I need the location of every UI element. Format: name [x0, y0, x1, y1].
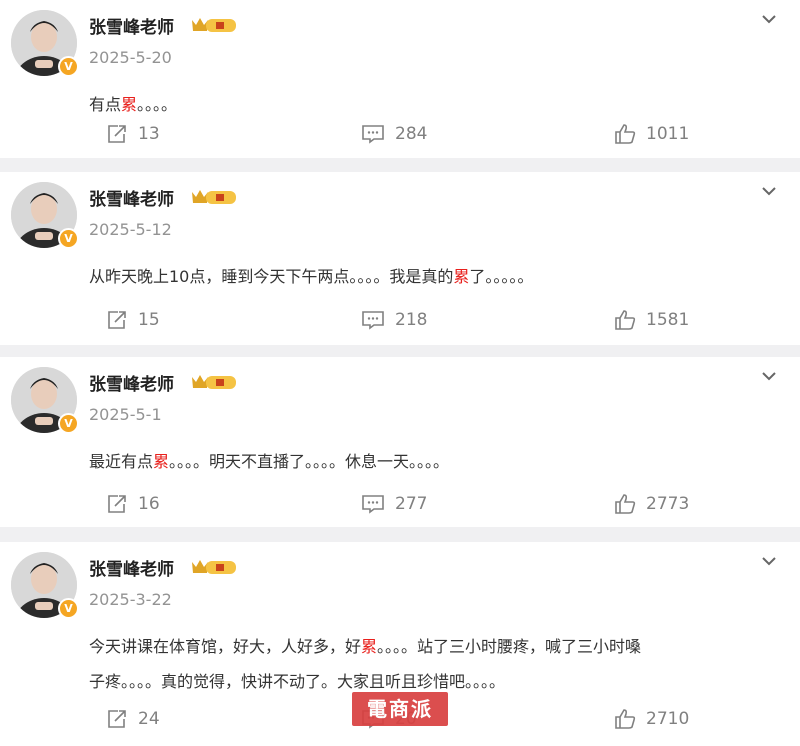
weibo-feed: V 张雪峰老师 2025-5-20 有点累。。。。 13 284 1011 V …: [0, 0, 800, 746]
like-count: 1581: [646, 310, 690, 330]
post-text: 从昨天晚上10点，睡到今天下午两点。。。。我是真的累了。。。。。: [89, 267, 534, 286]
comment-count: 284: [395, 124, 428, 144]
comment-button[interactable]: 284: [361, 119, 427, 149]
post-date[interactable]: 2025-5-12: [89, 220, 172, 239]
comment-icon: [362, 311, 384, 330]
verified-v-icon: V: [58, 56, 79, 77]
comment-button[interactable]: 277: [361, 489, 427, 519]
author-name[interactable]: 张雪峰老师: [89, 555, 174, 580]
post-date[interactable]: 2025-5-20: [89, 48, 172, 67]
crown-level-badge-icon: [192, 375, 236, 389]
share-count: 16: [138, 494, 160, 514]
post-card: V 张雪峰老师 2025-5-20 有点累。。。。 13 284 1011: [0, 0, 800, 158]
highlighted-keyword: 累: [361, 637, 378, 656]
highlighted-keyword: 累: [453, 267, 470, 286]
chevron-down-icon[interactable]: [760, 182, 778, 200]
like-count: 2773: [646, 494, 690, 514]
post-date[interactable]: 2025-5-1: [89, 405, 162, 424]
thumbs-up-icon: [615, 494, 636, 514]
thumbs-up-icon: [615, 310, 636, 330]
post-date[interactable]: 2025-3-22: [89, 590, 172, 609]
share-icon: [108, 495, 126, 513]
share-button[interactable]: 24: [106, 704, 160, 734]
share-icon: [108, 311, 126, 329]
crown-level-badge-icon: [192, 190, 236, 204]
post-text: 有点累。。。。: [89, 87, 778, 122]
chevron-down-icon[interactable]: [760, 10, 778, 28]
verified-v-icon: V: [58, 413, 79, 434]
crown-level-badge-icon: [192, 560, 236, 574]
share-icon: [108, 125, 126, 143]
share-count: 15: [138, 310, 160, 330]
comment-icon: [362, 125, 384, 144]
chevron-down-icon[interactable]: [760, 552, 778, 570]
highlighted-keyword: 累: [121, 95, 138, 114]
comment-button[interactable]: 218: [361, 305, 427, 335]
comment-count: 277: [395, 494, 428, 514]
like-count: 2710: [646, 709, 690, 729]
crown-level-badge-icon: [192, 18, 236, 32]
thumbs-up-icon: [615, 709, 636, 729]
post-text-segment: 。。。。: [137, 95, 178, 114]
post-card: V 张雪峰老师 2025-5-12 从昨天晚上10点，睡到今天下午两点。。。。我…: [0, 172, 800, 345]
watermark: 電商派: [352, 692, 448, 726]
share-button[interactable]: 13: [106, 119, 160, 149]
like-count: 1011: [646, 124, 690, 144]
action-bar: 16 277 2773: [0, 489, 800, 519]
action-bar: 15 218 1581: [0, 305, 800, 335]
action-bar: 13 284 1011: [0, 119, 800, 149]
chevron-down-icon[interactable]: [760, 367, 778, 385]
like-button[interactable]: 1011: [614, 119, 689, 149]
share-count: 13: [138, 124, 160, 144]
post-text-line: 今天讲课在体育馆，好大，人好多，好累。。。。站了三小时腰疼，喊了三小时嗓: [89, 637, 642, 656]
share-count: 24: [138, 709, 160, 729]
like-button[interactable]: 1581: [614, 305, 689, 335]
post-card: V 张雪峰老师 2025-5-1 最近有点累。。。。明天不直播了。。。。休息一天…: [0, 357, 800, 527]
verified-v-icon: V: [58, 598, 79, 619]
verified-v-icon: V: [58, 228, 79, 249]
comment-count: 218: [395, 310, 428, 330]
share-button[interactable]: 15: [106, 305, 160, 335]
post-text: 今天讲课在体育馆，好大，人好多，好累。。。。站了三小时腰疼，喊了三小时嗓 子疼。…: [89, 629, 778, 699]
like-button[interactable]: 2773: [614, 489, 689, 519]
comment-icon: [362, 495, 384, 514]
author-name[interactable]: 张雪峰老师: [89, 185, 174, 210]
highlighted-keyword: 累: [153, 452, 170, 471]
post-text: 最近有点累。。。。明天不直播了。。。。休息一天。。。。: [89, 452, 450, 471]
post-text-segment: 有点: [89, 95, 122, 114]
share-button[interactable]: 16: [106, 489, 160, 519]
share-icon: [108, 710, 126, 728]
like-button[interactable]: 2710: [614, 704, 689, 734]
thumbs-up-icon: [615, 124, 636, 144]
author-name[interactable]: 张雪峰老师: [89, 13, 174, 38]
author-name[interactable]: 张雪峰老师: [89, 370, 174, 395]
